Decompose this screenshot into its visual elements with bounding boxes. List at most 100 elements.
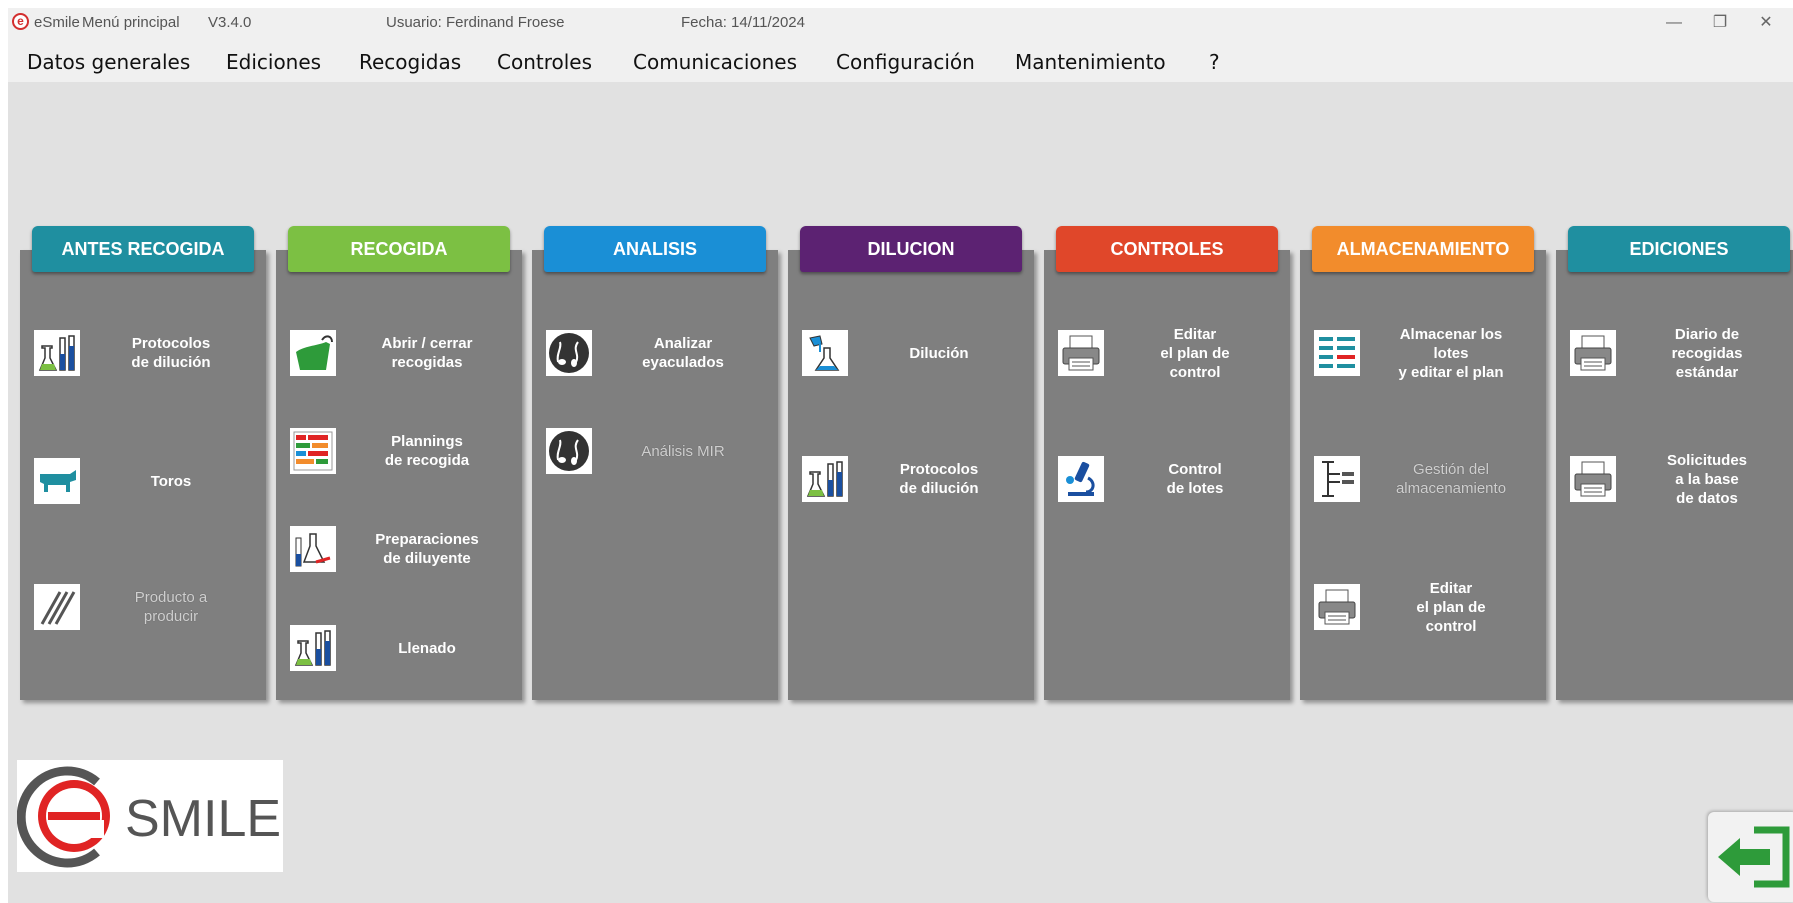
tile-label-line: Protocolos	[899, 461, 979, 478]
tile-label-line: eyaculados	[642, 354, 724, 371]
menu-controles[interactable]: Controles	[497, 50, 592, 74]
svg-text:SMILE: SMILE	[125, 790, 281, 848]
tile-label-line: recogidas	[1671, 344, 1743, 362]
printer-icon	[1570, 456, 1616, 502]
menu-tile-solicitudes-a-la-base-de-datos[interactable]: Solicitudes a la base de datos	[1570, 452, 1793, 516]
tile-label: Protocolos de dilución	[86, 334, 256, 372]
storage-list-icon	[1314, 330, 1360, 376]
menu-tile-editar-el-plan-de-control[interactable]: Editar el plan de control	[1314, 580, 1544, 644]
straws-icon	[34, 584, 80, 630]
menu-comunicaciones[interactable]: Comunicaciones	[633, 50, 797, 74]
menu-tile-almacenar-los-lotes-y-editar-el-plan[interactable]: Almacenar los lotes y editar el plan	[1314, 326, 1544, 390]
current-user: Usuario: Ferdinand Froese	[386, 14, 565, 31]
microscope-icon	[1058, 456, 1104, 502]
tile-label: Plannings de recogida	[342, 432, 512, 470]
tile-label: Producto a producir	[86, 588, 256, 626]
menu-configuracion[interactable]: Configuración	[836, 50, 975, 74]
tile-label-line: recogidas	[391, 354, 463, 371]
menu-mantenimiento[interactable]: Mantenimiento	[1015, 50, 1166, 74]
tile-label: Almacenar los lotes y editar el plan	[1366, 325, 1536, 382]
tile-label-line: Editar	[1173, 325, 1217, 343]
tile-label-line: el plan de	[1160, 344, 1230, 362]
menu-tile-llenado[interactable]: Llenado	[290, 625, 520, 685]
tile-label: Analizar eyaculados	[598, 334, 768, 372]
menu-tile-protocolos-de-dilución[interactable]: Protocolos de dilución	[34, 330, 264, 390]
tile-label-line: Análisis MIR	[641, 442, 725, 460]
close-button[interactable]: ✕	[1743, 8, 1789, 38]
tile-label-line: a la base	[1675, 470, 1739, 488]
tile-label: Protocolos de dilución	[854, 460, 1024, 498]
menu-tile-diario-de-recogidas-estándar[interactable]: Diario de recogidas estándar	[1570, 326, 1793, 390]
tile-label: Solicitudes a la base de datos	[1622, 451, 1792, 508]
pour-flask-icon	[802, 330, 848, 376]
tile-label: Abrir / cerrar recogidas	[342, 334, 512, 372]
app-version: V3.4.0	[208, 14, 252, 31]
menu-tile-editar-el-plan-de-control[interactable]: Editar el plan de control	[1058, 326, 1288, 390]
tile-label-line: control	[1169, 363, 1221, 381]
tile-label: Diario de recogidas estándar	[1622, 325, 1792, 382]
menu-help[interactable]: ?	[1209, 50, 1220, 74]
current-date: Fecha: 14/11/2024	[681, 14, 805, 31]
title-bar: e eSmile Menú principal V3.4.0 Usuario: …	[8, 8, 1793, 38]
menu-datos-generales[interactable]: Datos generales	[27, 50, 190, 74]
menu-tile-control-de-lotes[interactable]: Control de lotes	[1058, 456, 1288, 516]
tile-label-line: Plannings	[391, 433, 463, 450]
sperm-cells-icon	[546, 428, 592, 474]
tile-label-line: Control	[1168, 461, 1222, 478]
tile-label: Toros	[86, 472, 256, 491]
menu-tile-análisis-mir: Análisis MIR	[546, 428, 776, 488]
tile-label-line: el plan de	[1416, 598, 1486, 616]
tile-label: Control de lotes	[1110, 460, 1280, 498]
tile-label: Llenado	[342, 639, 512, 658]
tile-label-line: Almacenar los	[1399, 325, 1503, 343]
restore-button[interactable]: ❐	[1697, 8, 1743, 38]
menu-tile-dilución[interactable]: Dilución	[802, 330, 1032, 390]
tile-label-line: Producto a	[134, 589, 208, 606]
tile-label: Editar el plan de control	[1366, 579, 1536, 636]
printer-icon	[1314, 584, 1360, 630]
panel-header: ANTES RECOGIDA	[32, 226, 254, 272]
tile-label-line: estándar	[1675, 363, 1739, 381]
tile-label-line: Abrir / cerrar	[381, 335, 473, 352]
menu-recogidas[interactable]: Recogidas	[359, 50, 461, 74]
tile-label-line: Diario de	[1674, 325, 1740, 343]
menu-tile-analizar-eyaculados[interactable]: Analizar eyaculados	[546, 330, 776, 390]
flask-tubes-icon	[290, 625, 336, 671]
menu-bar: Datos generales Ediciones Recogidas Control…	[8, 38, 1793, 82]
tile-label: Editar el plan de control	[1110, 325, 1280, 382]
tile-label-line: Editar	[1429, 579, 1473, 597]
menu-tile-gestión-del-almacenamiento: Gestión del almacenamiento	[1314, 456, 1544, 516]
esmile-logo: SMILE	[16, 760, 283, 872]
app-name: eSmile	[34, 14, 80, 31]
tile-label-line: Protocolos	[131, 335, 211, 352]
tile-label-line: de recogida	[384, 452, 470, 469]
menu-tile-plannings-de-recogida[interactable]: Plannings de recogida	[290, 428, 520, 488]
tile-label-line: de dilución	[131, 354, 211, 371]
window-title: Menú principal	[82, 14, 180, 31]
panel-header: EDICIONES	[1568, 226, 1790, 272]
tile-label-line: de datos	[1676, 489, 1738, 507]
tile-label-line: de dilución	[899, 480, 979, 497]
tile-label-line: Solicitudes	[1666, 451, 1748, 469]
panel-header: ALMACENAMIENTO	[1312, 226, 1534, 272]
tile-label: Análisis MIR	[598, 442, 768, 461]
printer-icon	[1058, 330, 1104, 376]
tile-label-line: Toros	[150, 472, 192, 490]
minimize-button[interactable]: —	[1651, 8, 1697, 38]
tile-label-line: lotes	[1433, 344, 1469, 362]
menu-ediciones[interactable]: Ediciones	[226, 50, 321, 74]
tile-label-line: Llenado	[398, 639, 456, 657]
tile-label-line: Analizar	[653, 335, 713, 352]
tile-label-line: de diluyente	[383, 550, 471, 567]
menu-tile-toros[interactable]: Toros	[34, 458, 264, 518]
tile-label: Gestión del almacenamiento	[1366, 460, 1536, 498]
exit-button[interactable]	[1708, 812, 1793, 902]
exit-arrow-icon	[1718, 826, 1790, 888]
printer-icon	[1570, 330, 1616, 376]
menu-tile-abrir-cerrar-recogidas[interactable]: Abrir / cerrar recogidas	[290, 330, 520, 390]
tile-label-line: Dilución	[909, 344, 969, 362]
menu-tile-protocolos-de-dilución[interactable]: Protocolos de dilución	[802, 456, 1032, 516]
menu-tile-preparaciones-de-diluyente[interactable]: Preparaciones de diluyente	[290, 526, 520, 586]
planning-grid-icon	[290, 428, 336, 474]
storage-tree-icon	[1314, 456, 1360, 502]
